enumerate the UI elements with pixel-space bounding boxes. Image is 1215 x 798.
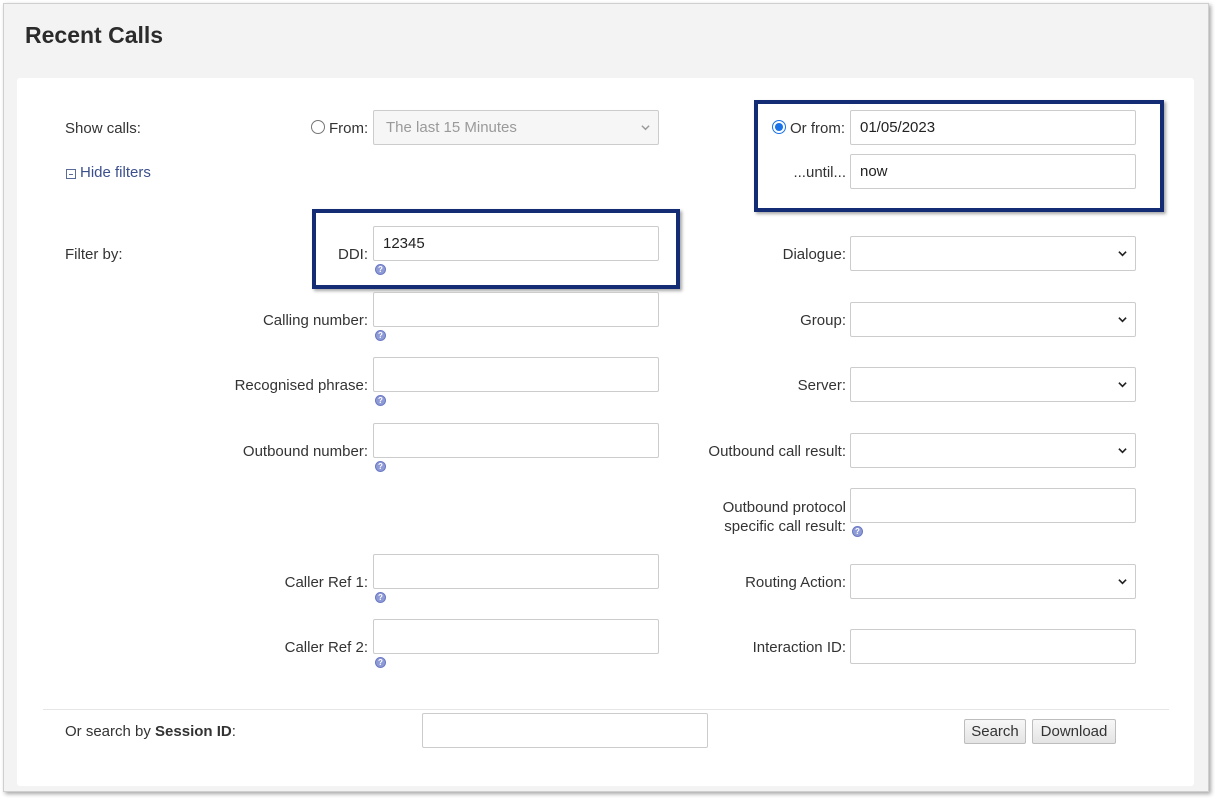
interaction-id-label: Interaction ID: bbox=[752, 639, 846, 656]
dialogue-label: Dialogue: bbox=[782, 246, 846, 263]
chevron-down-icon bbox=[1118, 251, 1127, 257]
dialogue-select[interactable] bbox=[850, 236, 1136, 271]
chevron-down-icon bbox=[641, 125, 650, 131]
from-period-value: The last 15 Minutes bbox=[386, 119, 517, 136]
calling-number-input[interactable] bbox=[373, 292, 659, 327]
caller-ref-1-input[interactable] bbox=[373, 554, 659, 589]
caller-ref-1-help-icon[interactable]: ? bbox=[375, 592, 386, 603]
session-id-input[interactable] bbox=[422, 713, 708, 748]
session-id-label-bold: Session ID bbox=[155, 723, 232, 740]
outbound-protocol-label-line2: specific call result: bbox=[724, 518, 846, 535]
from-radio[interactable] bbox=[311, 120, 325, 134]
outbound-protocol-result-input[interactable] bbox=[850, 488, 1136, 523]
from-label: From: bbox=[329, 120, 369, 137]
routing-action-label: Routing Action: bbox=[745, 574, 846, 591]
caller-ref-2-input[interactable] bbox=[373, 619, 659, 654]
outbound-call-result-label: Outbound call result: bbox=[708, 443, 846, 460]
session-id-label-suffix: : bbox=[231, 723, 236, 740]
filter-by-label: Filter by: bbox=[65, 246, 123, 263]
outbound-protocol-label-line1: Outbound protocol bbox=[722, 499, 846, 516]
outbound-number-label: Outbound number: bbox=[242, 443, 368, 460]
group-select[interactable] bbox=[850, 302, 1136, 337]
caller-ref-1-label: Caller Ref 1: bbox=[284, 574, 368, 591]
chevron-down-icon bbox=[1118, 579, 1127, 585]
page-title: Recent Calls bbox=[25, 22, 164, 48]
from-period-select[interactable]: The last 15 Minutes bbox=[373, 110, 659, 145]
session-id-label-prefix: Or search by bbox=[65, 723, 156, 740]
routing-action-select[interactable] bbox=[850, 564, 1136, 599]
search-button[interactable]: Search bbox=[964, 719, 1026, 744]
hide-filters-link[interactable]: Hide filters bbox=[80, 164, 151, 181]
recognised-phrase-help-icon[interactable]: ? bbox=[375, 395, 386, 406]
divider bbox=[43, 709, 1169, 710]
chevron-down-icon bbox=[1118, 382, 1127, 388]
group-label: Group: bbox=[800, 312, 846, 329]
caller-ref-2-help-icon[interactable]: ? bbox=[375, 657, 386, 668]
recognised-phrase-input[interactable] bbox=[373, 357, 659, 392]
outbound-call-result-select[interactable] bbox=[850, 433, 1136, 468]
highlight-date-range bbox=[754, 100, 1164, 212]
highlight-ddi bbox=[312, 209, 680, 289]
search-panel: Show calls: From: The last 15 Minutes Or… bbox=[17, 78, 1194, 786]
caller-ref-2-label: Caller Ref 2: bbox=[284, 639, 368, 656]
server-select[interactable] bbox=[850, 367, 1136, 402]
calling-number-help-icon[interactable]: ? bbox=[375, 330, 386, 341]
chevron-down-icon bbox=[1118, 448, 1127, 454]
session-id-label: Or search by Session ID: bbox=[65, 723, 236, 740]
outbound-number-input[interactable] bbox=[373, 423, 659, 458]
interaction-id-input[interactable] bbox=[850, 629, 1136, 664]
outbound-protocol-help-icon[interactable]: ? bbox=[852, 526, 863, 537]
download-button[interactable]: Download bbox=[1032, 719, 1116, 744]
outbound-number-help-icon[interactable]: ? bbox=[375, 461, 386, 472]
collapse-icon[interactable] bbox=[66, 169, 76, 179]
window-frame: Recent Calls Show calls: From: The last … bbox=[3, 3, 1209, 792]
chevron-down-icon bbox=[1118, 317, 1127, 323]
recognised-phrase-label: Recognised phrase: bbox=[234, 377, 368, 394]
calling-number-label: Calling number: bbox=[262, 312, 368, 329]
server-label: Server: bbox=[797, 377, 846, 394]
show-calls-label: Show calls: bbox=[65, 120, 141, 137]
